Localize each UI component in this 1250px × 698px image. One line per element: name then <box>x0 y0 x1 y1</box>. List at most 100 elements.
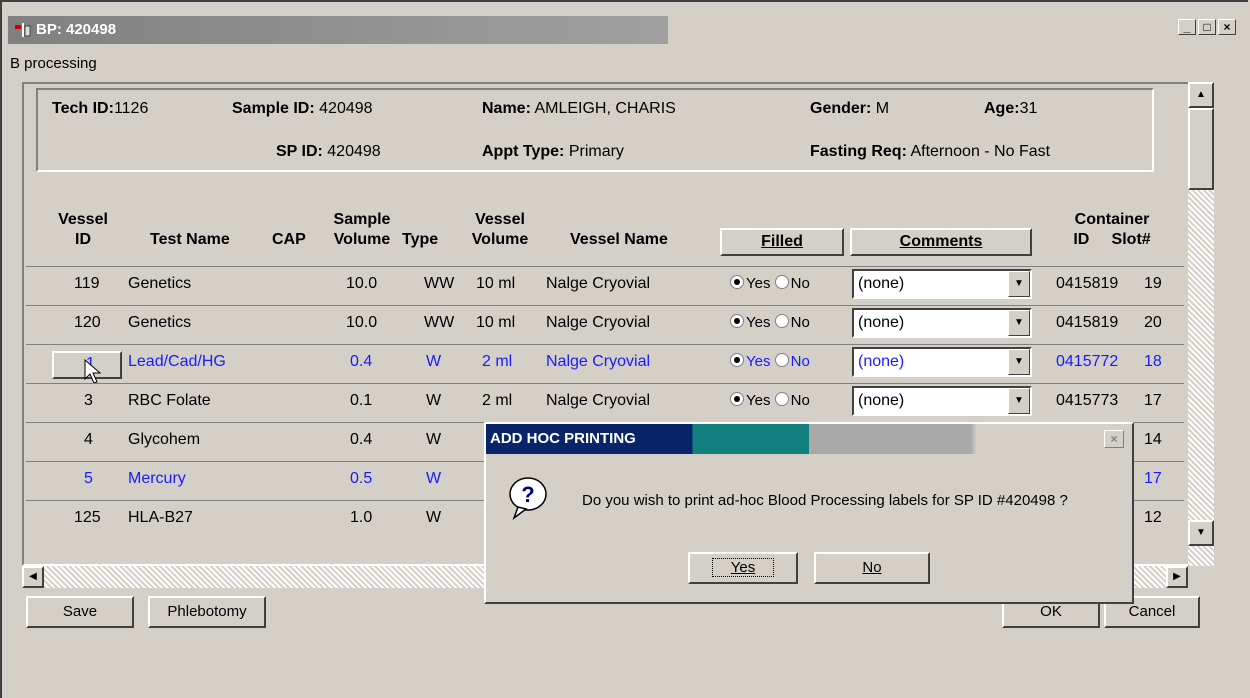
test-name: HLA-B27 <box>128 509 193 526</box>
sample-volume: 0.5 <box>350 470 373 487</box>
container-id: 0415772 <box>1056 353 1119 370</box>
fasting-req: Fasting Req: Afternoon - No Fast <box>810 143 1051 160</box>
test-name: Glycohem <box>128 431 201 448</box>
scroll-left-icon[interactable]: ◀ <box>22 566 44 588</box>
filled-header-button[interactable]: Filled <box>720 228 844 256</box>
no-radio[interactable] <box>774 275 789 289</box>
vessel-name: Nalge Cryovial <box>546 275 651 292</box>
vessel-name: Nalge Cryovial <box>546 353 651 370</box>
phlebotomy-button[interactable]: Phlebotomy <box>148 596 266 628</box>
col-type: Type <box>402 231 439 248</box>
vessel-name: Nalge Cryovial <box>546 392 651 409</box>
vessel-volume: 2 ml <box>482 392 513 409</box>
sample-volume: 0.4 <box>350 431 373 448</box>
yes-radio[interactable] <box>730 392 744 406</box>
col-test-name: Test Name <box>150 231 230 248</box>
dialog-yes-button[interactable]: Yes <box>688 552 798 584</box>
sample-volume: 10.0 <box>346 314 378 331</box>
table-row[interactable]: 3 RBC Folate 0.1 W 2 ml Nalge Cryovial Y… <box>26 383 1184 422</box>
col-container: Container ID Slot# <box>1073 211 1151 248</box>
col-vessel-volume: Vessel Volume <box>471 211 529 248</box>
sample-volume: 1.0 <box>350 509 373 526</box>
no-radio[interactable] <box>774 392 789 406</box>
minimize-icon[interactable]: _ <box>1178 19 1196 35</box>
sample-type: WW <box>424 314 455 331</box>
no-radio[interactable] <box>774 353 789 367</box>
appt-type: Appt Type: Primary <box>482 143 624 160</box>
close-icon[interactable]: × <box>1104 430 1124 448</box>
dropdown-arrow-icon[interactable]: ▼ <box>1008 349 1030 375</box>
gender: Gender: M <box>810 100 890 117</box>
title-bar: BP: 420498 <box>8 16 668 44</box>
close-icon[interactable]: × <box>1218 19 1236 35</box>
slot-number: 17 <box>1144 392 1162 409</box>
window-subtitle: B processing <box>10 55 97 72</box>
comments-dropdown[interactable]: (none) ▼ <box>852 269 1032 299</box>
no-radio[interactable] <box>774 314 789 328</box>
test-name: Lead/Cad/HG <box>128 353 226 370</box>
col-vessel-id: Vessel ID <box>58 211 108 248</box>
comments-dropdown[interactable]: (none) ▼ <box>852 347 1032 377</box>
sample-type: W <box>426 470 442 487</box>
scroll-up-icon[interactable]: ▲ <box>1188 82 1214 108</box>
filled-radio-group[interactable]: Yes No <box>730 392 810 409</box>
app-icon <box>15 23 31 37</box>
comments-header-button[interactable]: Comments <box>850 228 1032 256</box>
table-row[interactable]: 120 Genetics 10.0 WW 10 ml Nalge Cryovia… <box>26 305 1184 344</box>
slot-number: 19 <box>1144 275 1162 292</box>
test-name: Genetics <box>128 314 192 331</box>
dropdown-arrow-icon[interactable]: ▼ <box>1008 310 1030 336</box>
yes-radio[interactable] <box>730 314 744 328</box>
sample-type: W <box>426 353 442 370</box>
filled-radio-group[interactable]: Yes No <box>730 275 810 292</box>
sample-type: W <box>426 431 442 448</box>
dropdown-arrow-icon[interactable]: ▼ <box>1008 388 1030 414</box>
vessel-volume: 10 ml <box>476 314 516 331</box>
vessel-id: 119 <box>74 275 100 292</box>
dialog-no-button[interactable]: No <box>814 552 930 584</box>
table-row-selected[interactable]: 1 Lead/Cad/HG 0.4 W 2 ml Nalge Cryovial … <box>26 344 1184 384</box>
scroll-down-icon[interactable]: ▼ <box>1188 520 1214 546</box>
test-name: RBC Folate <box>128 392 211 409</box>
patient-name: Name: AMLEIGH, CHARIS <box>482 100 676 117</box>
vessel-id: 3 <box>84 392 93 409</box>
comments-dropdown[interactable]: (none) ▼ <box>852 308 1032 338</box>
yes-radio[interactable] <box>730 353 744 367</box>
maximize-icon[interactable]: □ <box>1198 19 1216 35</box>
col-vessel-name: Vessel Name <box>570 231 668 248</box>
window-title: BP: 420498 <box>36 21 117 38</box>
age: Age:31 <box>984 100 1038 117</box>
vessel-id: 125 <box>74 509 101 526</box>
vessel-name: Nalge Cryovial <box>546 314 651 331</box>
sample-type: WW <box>424 275 455 292</box>
filled-radio-group[interactable]: Yes No <box>730 314 810 331</box>
slot-number: 12 <box>1144 509 1162 526</box>
sp-id: SP ID: 420498 <box>276 143 381 160</box>
scroll-thumb[interactable] <box>1188 108 1214 190</box>
dialog-message: Do you wish to print ad-hoc Blood Proces… <box>582 492 1068 509</box>
vertical-scrollbar[interactable]: ▲ ▼ <box>1188 82 1214 566</box>
sample-volume: 0.4 <box>350 353 373 370</box>
svg-text:?: ? <box>521 482 534 507</box>
test-name: Genetics <box>128 275 192 292</box>
question-icon: ? <box>509 477 547 520</box>
scroll-right-icon[interactable]: ▶ <box>1166 566 1188 588</box>
vessel-volume: 10 ml <box>476 275 516 292</box>
save-button[interactable]: Save <box>26 596 134 628</box>
sample-type: W <box>426 392 442 409</box>
sample-volume: 10.0 <box>346 275 378 292</box>
table-row[interactable]: 119 Genetics 10.0 WW 10 ml Nalge Cryovia… <box>26 266 1184 305</box>
sample-volume: 0.1 <box>350 392 373 409</box>
container-id: 0415819 <box>1056 314 1119 331</box>
dropdown-arrow-icon[interactable]: ▼ <box>1008 271 1030 297</box>
vessel-id: 120 <box>74 314 101 331</box>
vessel-id: 4 <box>84 431 93 448</box>
filled-radio-group[interactable]: Yes No <box>730 353 810 370</box>
vessel-volume: 2 ml <box>482 353 513 370</box>
ad-hoc-printing-dialog: ADD HOC PRINTING × ? Do you wish to prin… <box>484 422 1134 604</box>
test-name: Mercury <box>128 470 186 487</box>
yes-radio[interactable] <box>730 275 744 289</box>
comments-dropdown[interactable]: (none) ▼ <box>852 386 1032 416</box>
slot-number: 20 <box>1144 314 1162 331</box>
col-cap: CAP <box>272 231 306 248</box>
